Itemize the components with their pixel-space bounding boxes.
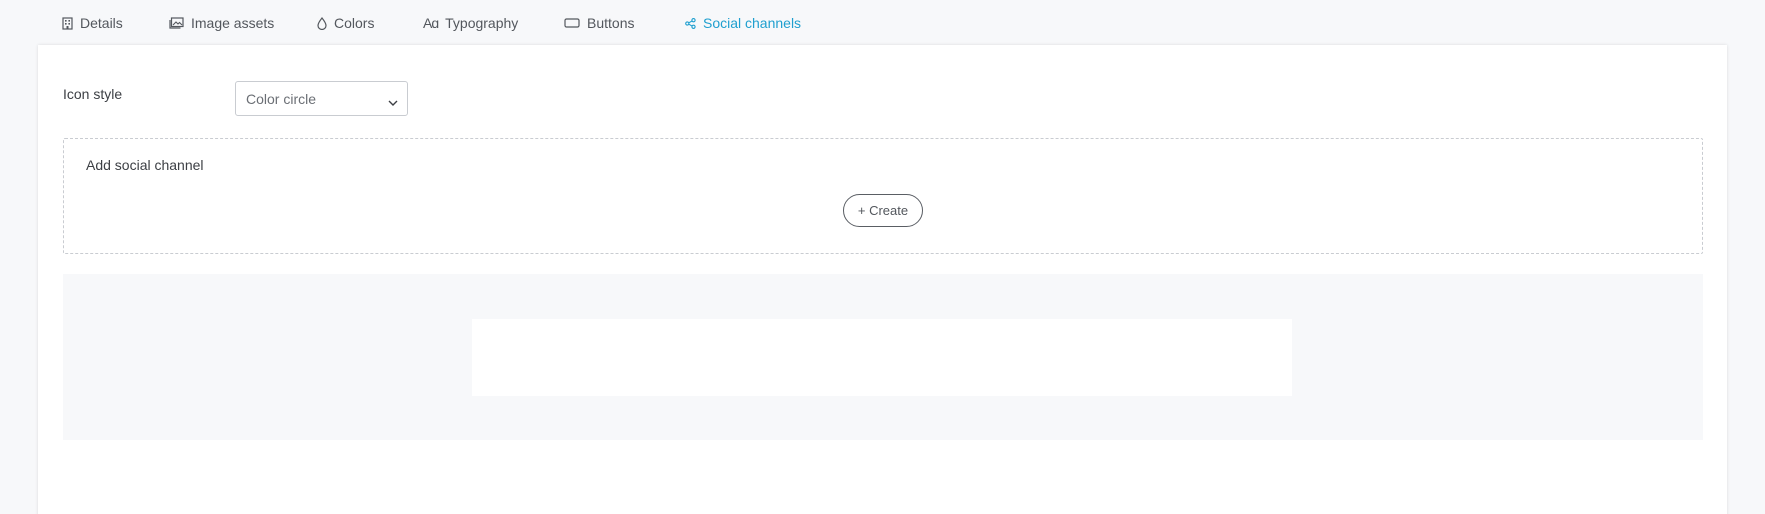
tab-image-assets[interactable]: Image assets <box>169 0 274 46</box>
add-social-channel-box: Add social channel + Create <box>63 138 1703 254</box>
tab-label: Colors <box>334 15 375 31</box>
social-preview-area <box>63 274 1703 440</box>
tab-details[interactable]: Details <box>62 0 123 46</box>
tab-social-channels[interactable]: Social channels <box>659 0 828 46</box>
add-social-channel-title: Add social channel <box>86 157 204 173</box>
social-preview-canvas <box>472 319 1292 396</box>
icon-style-label: Icon style <box>63 86 123 102</box>
chevron-down-icon <box>388 94 398 110</box>
tab-label: Social channels <box>703 15 802 31</box>
tab-label: Details <box>80 15 123 31</box>
image-icon <box>169 17 184 29</box>
tab-bar: Details Image assets Colors Aɑ Typograph… <box>0 0 1765 46</box>
tab-label: Typography <box>445 15 519 31</box>
button-icon <box>564 18 580 28</box>
tab-label: Buttons <box>587 15 635 31</box>
tab-colors[interactable]: Colors <box>317 0 374 46</box>
icon-style-value: Color circle <box>246 90 317 107</box>
typography-icon: Aɑ <box>423 15 439 31</box>
tab-label: Image assets <box>191 15 275 31</box>
tab-typography[interactable]: Aɑ Typography <box>423 0 518 46</box>
icon-style-select[interactable]: Color circle <box>235 81 408 116</box>
droplet-icon <box>317 16 327 30</box>
building-icon <box>62 16 73 30</box>
create-button[interactable]: + Create <box>843 194 923 227</box>
share-icon <box>685 17 696 29</box>
settings-panel: Icon style Color circle Add social chann… <box>38 45 1727 514</box>
tab-buttons[interactable]: Buttons <box>564 0 634 46</box>
